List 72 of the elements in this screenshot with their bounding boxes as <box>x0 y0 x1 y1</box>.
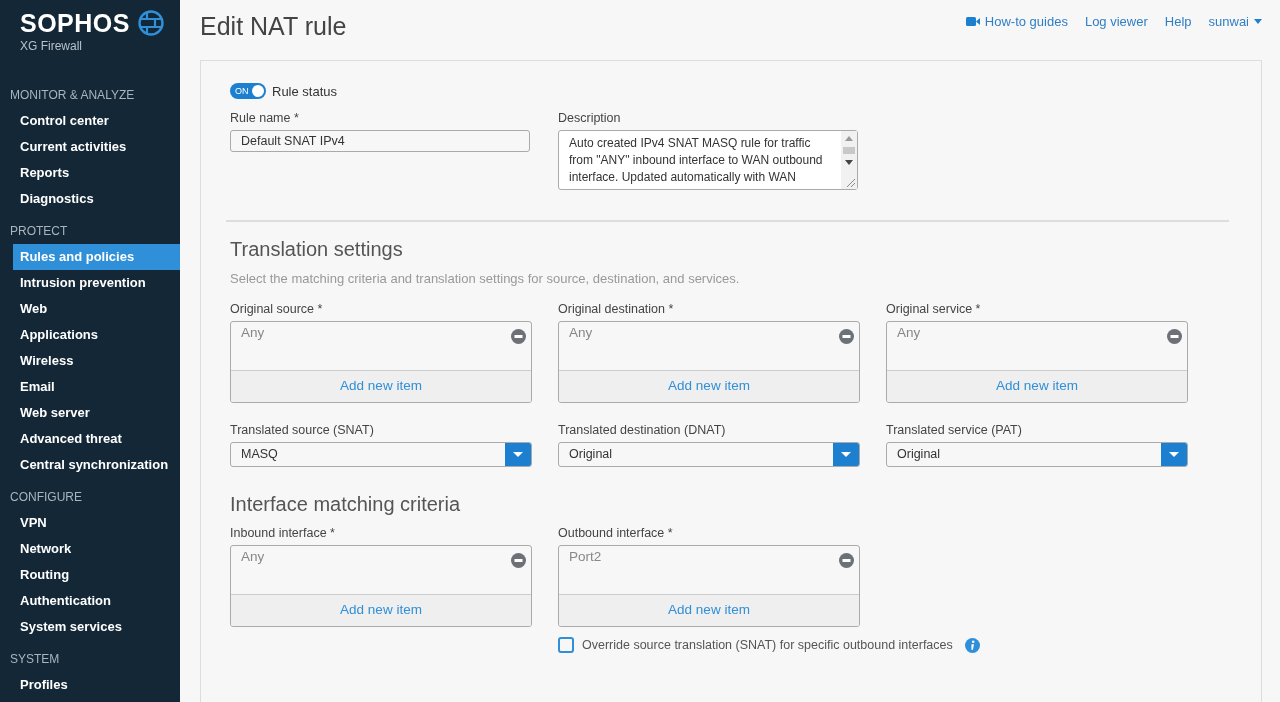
nav-item[interactable]: Intrusion prevention <box>0 270 180 296</box>
field-label: Translated destination (DNAT) <box>558 423 727 437</box>
globe-wall-icon <box>138 10 164 36</box>
brand-logo-text: SOPHOS <box>20 9 130 37</box>
list-item: Any <box>241 549 265 564</box>
dropdown-button[interactable] <box>833 443 859 466</box>
nav-item[interactable]: Current activities <box>0 134 180 160</box>
remove-icon[interactable] <box>1167 329 1182 344</box>
field-label: Description <box>558 111 622 125</box>
dropdown[interactable]: MASQ <box>230 442 532 467</box>
checkbox[interactable] <box>558 637 574 653</box>
nav-item[interactable]: Web server <box>0 400 180 426</box>
nav-section-title: SYSTEM <box>9 651 61 668</box>
nav-section-title: MONITOR & ANALYZE <box>9 87 136 104</box>
field-label: Translated service (PAT) <box>886 423 1023 437</box>
header-link[interactable]: Help <box>1164 13 1192 29</box>
nav-item[interactable]: VPN <box>0 510 180 536</box>
section-heading: Interface matching criteria <box>230 493 462 516</box>
nav-item[interactable]: Email <box>0 374 180 400</box>
header-link[interactable]: Log viewer <box>1084 13 1148 29</box>
remove-icon[interactable] <box>511 329 526 344</box>
section-hint: Select the matching criteria and translation settings for source, destination, and services. <box>230 271 741 286</box>
list-item: Any <box>241 325 265 340</box>
list-item: Port2 <box>569 549 602 564</box>
caret-icon <box>513 452 523 457</box>
field-label: Original destination * <box>558 302 675 316</box>
dropdown-button[interactable] <box>1161 443 1187 466</box>
nav-item[interactable]: System services <box>0 614 180 640</box>
field-label: Original service * <box>886 302 982 316</box>
nav-item[interactable]: Routing <box>0 562 180 588</box>
rule-name-field[interactable]: Default SNAT IPv4 <box>230 130 530 152</box>
section-heading: Translation settings <box>230 238 404 261</box>
caret-icon <box>1254 18 1262 24</box>
nav-section-title: PROTECT <box>9 223 69 240</box>
field-label: Rule name * <box>230 111 300 125</box>
toggle-label: Rule status <box>272 83 338 99</box>
dropdown[interactable]: Original <box>558 442 860 467</box>
nav-item[interactable]: Diagnostics <box>0 186 180 212</box>
nav-item[interactable]: Control center <box>0 108 180 134</box>
description-field[interactable]: Auto created IPv4 SNAT MASQ rule for traffic from "ANY" inbound interface to WAN outbound interface. Updated automatically with WAN <box>558 130 858 190</box>
nav-item[interactable]: Profiles <box>0 672 180 698</box>
nav-item[interactable]: Applications <box>0 322 180 348</box>
nav-item[interactable]: Central synchronization <box>0 452 180 478</box>
page-title: Edit NAT rule <box>200 11 347 41</box>
info-icon <box>964 637 980 653</box>
field-label: Inbound interface * <box>230 526 336 540</box>
nav-item[interactable]: Network <box>0 536 180 562</box>
video-camera-icon <box>965 15 980 27</box>
nav-item[interactable]: Wireless <box>0 348 180 374</box>
nav-item[interactable]: Advanced threat <box>0 426 180 452</box>
remove-icon[interactable] <box>511 553 526 568</box>
nav-item[interactable]: Web <box>0 296 180 322</box>
nav-section-title: CONFIGURE <box>9 489 83 506</box>
header-link[interactable]: How-to guides <box>965 13 1068 29</box>
checkbox-label: Override source translation (SNAT) for specific outbound interfaces <box>582 638 953 652</box>
remove-icon[interactable] <box>839 329 854 344</box>
remove-icon[interactable] <box>839 553 854 568</box>
field-label: Outbound interface * <box>558 526 674 540</box>
field-label: Original source * <box>230 302 324 316</box>
scrollbar-icon <box>841 131 857 189</box>
field-label: Translated source (SNAT) <box>230 423 375 437</box>
nav-item[interactable]: Authentication <box>0 588 180 614</box>
product-name: XG Firewall <box>20 39 83 53</box>
list-item: Any <box>897 325 921 340</box>
list-item: Any <box>569 325 593 340</box>
caret-icon <box>841 452 851 457</box>
user-menu[interactable]: sunwai <box>1208 13 1262 29</box>
caret-icon <box>1169 452 1179 457</box>
status-toggle[interactable]: ON <box>230 83 266 99</box>
dropdown[interactable]: Original <box>886 442 1188 467</box>
dropdown-button[interactable] <box>505 443 531 466</box>
nav-item[interactable]: Reports <box>0 160 180 186</box>
